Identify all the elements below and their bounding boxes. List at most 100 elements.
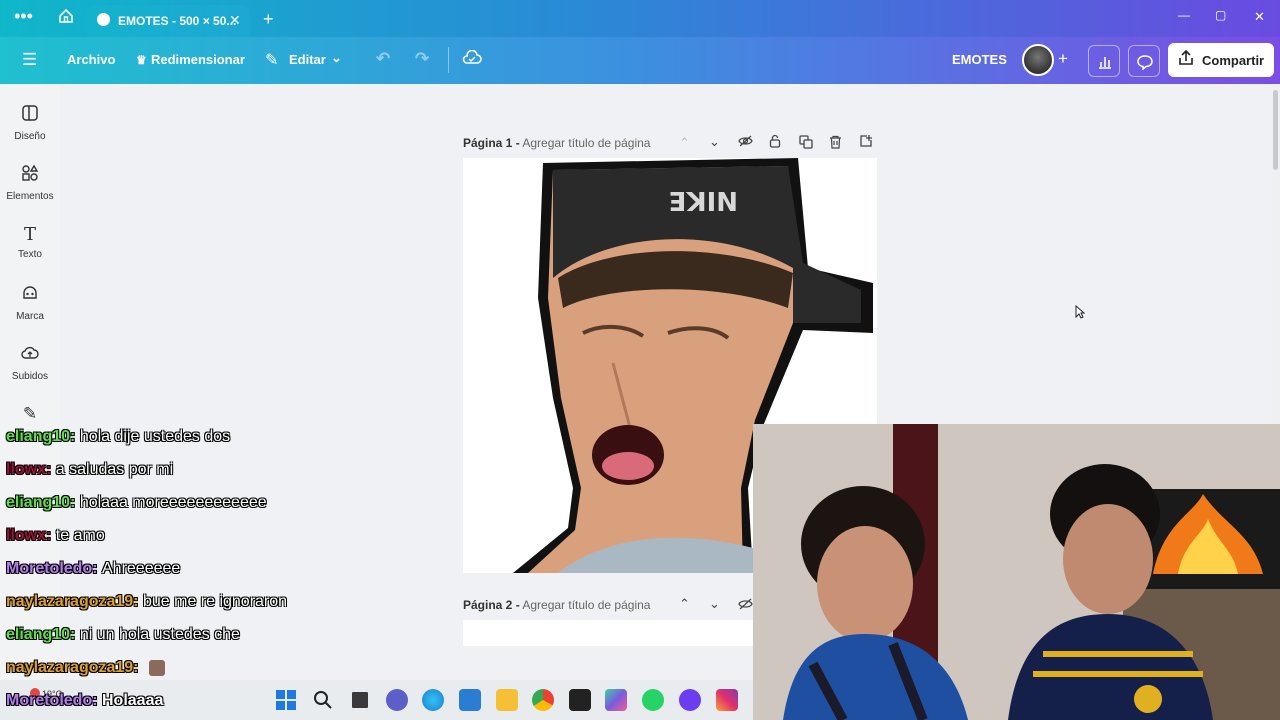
hide-page-icon[interactable]	[738, 598, 753, 613]
delete-page-icon[interactable]	[829, 135, 842, 152]
page-2-label: Página 2 -	[463, 598, 520, 612]
share-label: Compartir	[1202, 53, 1265, 68]
copilot-icon[interactable]	[605, 689, 627, 711]
chat-username: eliang10:	[6, 494, 76, 511]
chat-text: Ahreeeeee	[102, 560, 181, 577]
add-collaborator-icon[interactable]: +	[1058, 49, 1068, 69]
chat-app-icon[interactable]	[679, 689, 701, 711]
webcam-overlay	[753, 424, 1280, 720]
redimensionar-button[interactable]: Redimensionar	[151, 52, 245, 67]
left-sidebar: Diseño Elementos T Texto Marca Subidos ✎	[0, 84, 60, 720]
move-down-icon[interactable]: ⌄	[709, 134, 720, 150]
share-icon	[1177, 49, 1195, 72]
chat-username: llowx:	[6, 461, 52, 478]
whatsapp-icon[interactable]	[642, 689, 664, 711]
redo-icon[interactable]: ↷	[415, 49, 429, 69]
chevron-down-icon[interactable]: ⌄	[331, 50, 342, 66]
edge-icon[interactable]	[422, 689, 444, 711]
sidebar-item-label: Diseño	[14, 131, 46, 142]
sidebar-item-label: Texto	[18, 249, 42, 260]
file-explorer-icon[interactable]	[496, 689, 518, 711]
chat-message: llowx: te amo	[6, 527, 105, 545]
analytics-button[interactable]	[1088, 45, 1120, 77]
teams-icon[interactable]	[386, 689, 408, 711]
new-tab-button[interactable]: +	[263, 9, 274, 30]
scrollbar-thumb[interactable]	[1273, 90, 1278, 170]
chat-message: naylazaragoza19:	[6, 659, 165, 677]
share-button[interactable]: Compartir	[1168, 43, 1274, 77]
sidebar-item-label: Elementos	[6, 191, 54, 202]
chat-text: bue me re ignoraron	[142, 593, 288, 610]
move-down-icon[interactable]: ⌄	[709, 596, 720, 612]
store-icon[interactable]	[459, 689, 481, 711]
add-page-icon[interactable]	[859, 134, 873, 151]
webcam-feed-image	[753, 424, 1280, 720]
chat-text: ni un hola ustedes che	[79, 626, 240, 643]
chrome-icon[interactable]	[532, 689, 554, 711]
chat-text: a saludas por mi	[55, 461, 174, 478]
home-icon[interactable]	[58, 8, 74, 28]
chat-text: holaaa moreeeeeeeeeeee	[79, 494, 267, 511]
chat-message: llowx: a saludas por mi	[6, 461, 173, 479]
instagram-icon[interactable]	[716, 689, 738, 711]
chat-text: te amo	[55, 527, 105, 544]
duplicate-page-icon[interactable]	[799, 135, 813, 152]
sidebar-item-marca[interactable]: Marca	[0, 284, 60, 322]
chat-message: eliang10: holaaa moreeeeeeeeeeee	[6, 494, 267, 512]
tab-emotes[interactable]: EMOTES - 500 × 50... ✕	[87, 5, 250, 37]
page-1-header: Página 1 - Agregar título de página	[463, 136, 650, 150]
sidebar-item-texto[interactable]: T Texto	[0, 224, 60, 260]
tab-title: EMOTES - 500 × 50...	[118, 14, 237, 28]
search-icon[interactable]	[312, 689, 334, 711]
chat-username: eliang10:	[6, 626, 76, 643]
chat-emote-icon	[148, 659, 165, 676]
page-1-label: Página 1 -	[463, 136, 520, 150]
page-2-canvas[interactable]	[463, 620, 753, 646]
cloud-saved-icon[interactable]	[462, 49, 482, 69]
move-up-icon[interactable]: ⌃	[679, 135, 690, 151]
svg-text:NIKE: NIKE	[669, 185, 738, 215]
chat-message: eliang10: hola dije ustedes dos	[6, 428, 230, 446]
chat-username: llowx:	[6, 527, 52, 544]
hide-page-icon[interactable]	[738, 135, 753, 150]
comments-button[interactable]	[1128, 45, 1160, 77]
upload-icon	[0, 344, 60, 367]
shapes-icon	[0, 164, 60, 187]
minimize-button[interactable]: —	[1178, 8, 1190, 22]
page-1-title-input[interactable]: Agregar título de página	[522, 136, 650, 150]
move-up-icon[interactable]: ⌃	[679, 596, 690, 612]
chat-username: eliang10:	[6, 428, 76, 445]
mouse-cursor-icon	[1075, 304, 1086, 322]
chat-text: hola dije ustedes dos	[79, 428, 231, 445]
hamburger-icon[interactable]: ☰	[22, 50, 37, 70]
task-view-icon[interactable]	[349, 689, 371, 711]
sidebar-item-subidos[interactable]: Subidos	[0, 344, 60, 382]
chat-username: naylazaragoza19:	[6, 593, 139, 610]
chat-username: naylazaragoza19:	[6, 659, 139, 676]
more-icon[interactable]: •••	[14, 6, 33, 27]
editar-menu[interactable]: Editar	[289, 52, 326, 67]
sidebar-item-elementos[interactable]: Elementos	[0, 164, 60, 202]
text-icon: T	[23, 224, 36, 245]
sidebar-item-draw[interactable]: ✎	[0, 404, 60, 428]
lock-icon[interactable]	[769, 134, 781, 151]
avatar[interactable]	[1022, 44, 1054, 76]
chat-username: Moretoledo:	[6, 560, 98, 577]
crown-icon: ♛	[136, 53, 147, 67]
archivo-menu[interactable]: Archivo	[67, 52, 115, 67]
page-2-title-input[interactable]: Agregar título de página	[522, 598, 650, 612]
windows-start-icon[interactable]	[275, 689, 297, 711]
maximize-button[interactable]: ▢	[1215, 8, 1226, 22]
layout-icon	[0, 104, 60, 127]
undo-icon[interactable]: ↶	[376, 49, 390, 69]
close-window-button[interactable]: ✕	[1254, 9, 1265, 25]
tab-close-icon[interactable]: ✕	[229, 12, 241, 29]
chat-text: Holaaaa	[102, 692, 164, 709]
document-name[interactable]: EMOTES	[952, 52, 1007, 67]
chat-message: Moretoledo: Holaaaa	[6, 692, 163, 710]
chat-message: eliang10: ni un hola ustedes che	[6, 626, 240, 644]
pencil-icon: ✎	[265, 52, 279, 69]
page-2-header: Página 2 - Agregar título de página	[463, 598, 650, 612]
capcut-icon[interactable]	[569, 689, 591, 711]
sidebar-item-diseno[interactable]: Diseño	[0, 104, 60, 142]
